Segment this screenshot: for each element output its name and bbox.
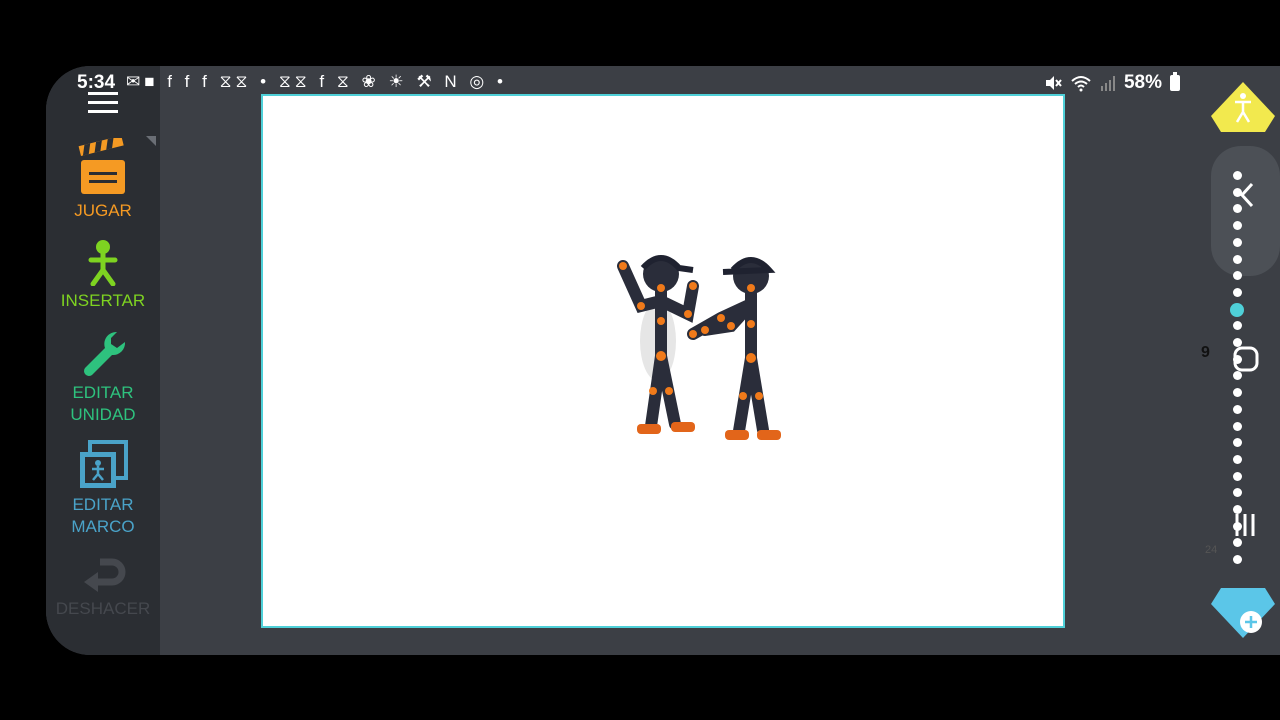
frame-dot[interactable]: [1233, 271, 1242, 281]
frame-dot[interactable]: [1233, 555, 1242, 565]
frame-dot[interactable]: [1233, 471, 1242, 481]
frame-dot[interactable]: [1233, 488, 1242, 498]
frame-timeline[interactable]: 9 24: [1201, 66, 1280, 655]
frame-dot[interactable]: [1233, 438, 1242, 448]
status-time: 5:34: [77, 72, 116, 93]
edit-frame-button[interactable]: EDITAR MARCO: [46, 440, 160, 538]
timeline-panel: [1211, 146, 1280, 276]
wrench-icon: [83, 331, 126, 376]
stickman-icon: [88, 240, 118, 286]
animation-canvas[interactable]: [261, 94, 1065, 628]
battery-icon: [1170, 72, 1180, 91]
frame-dot[interactable]: [1233, 187, 1242, 197]
app-screen: JUGAR INSERTAR EDITAR UNIDAD EDITAR MARC…: [46, 66, 1280, 655]
stick-figures[interactable]: [613, 246, 803, 466]
recent-apps-icon[interactable]: [1231, 510, 1261, 540]
play-label: JUGAR: [74, 201, 132, 220]
undo-label: DESHACER: [55, 599, 151, 618]
undo-icon: [84, 558, 126, 592]
frame-dot[interactable]: [1233, 454, 1242, 464]
battery-percent: 58%: [1123, 72, 1162, 93]
frame-dot[interactable]: [1233, 171, 1242, 180]
edit-unit-label-1: EDITAR: [72, 383, 134, 402]
frame-dot[interactable]: [1233, 237, 1242, 247]
insert-button[interactable]: INSERTAR: [46, 238, 160, 312]
gamepad-down-icon[interactable]: [1211, 588, 1275, 638]
frame-dot[interactable]: [1233, 321, 1242, 331]
edit-frame-label-2: MARCO: [71, 517, 135, 536]
wifi-icon: [1071, 76, 1091, 92]
current-frame-number: 9: [1201, 344, 1210, 361]
clapperboard-icon: [78, 138, 125, 194]
edit-unit-label-2: UNIDAD: [70, 405, 136, 424]
home-icon[interactable]: [1231, 344, 1261, 374]
frame-dot-active[interactable]: [1230, 302, 1244, 317]
mute-icon: [1045, 76, 1062, 90]
total-frames-number: 24: [1205, 544, 1218, 556]
status-right: 58%: [1044, 72, 1180, 94]
status-bar: 5:34 ✉■ f f f ⧖⧖ • ⧖⧖ f ⧖ ❀ ☀ ⚒ N ◎ • 58…: [46, 66, 1280, 100]
insert-label: INSERTAR: [60, 291, 146, 310]
edit-frame-label-1: EDITAR: [72, 495, 134, 514]
notification-icons: ✉■ f f f ⧖⧖ • ⧖⧖ f ⧖ ❀ ☀ ⚒ N ◎ •: [126, 72, 507, 91]
frame-dot[interactable]: [1233, 388, 1242, 398]
edit-unit-button[interactable]: EDITAR UNIDAD: [46, 328, 160, 426]
frame-dot[interactable]: [1233, 254, 1242, 264]
tool-sidebar: JUGAR INSERTAR EDITAR UNIDAD EDITAR MARC…: [46, 66, 160, 655]
play-button[interactable]: JUGAR: [46, 138, 160, 222]
frame-icon: [80, 440, 128, 488]
signal-icon: [1100, 76, 1115, 91]
frame-dot[interactable]: [1233, 404, 1242, 414]
undo-button[interactable]: DESHACER: [46, 552, 160, 620]
frame-dot[interactable]: [1233, 421, 1242, 431]
frame-dot[interactable]: [1233, 287, 1242, 297]
